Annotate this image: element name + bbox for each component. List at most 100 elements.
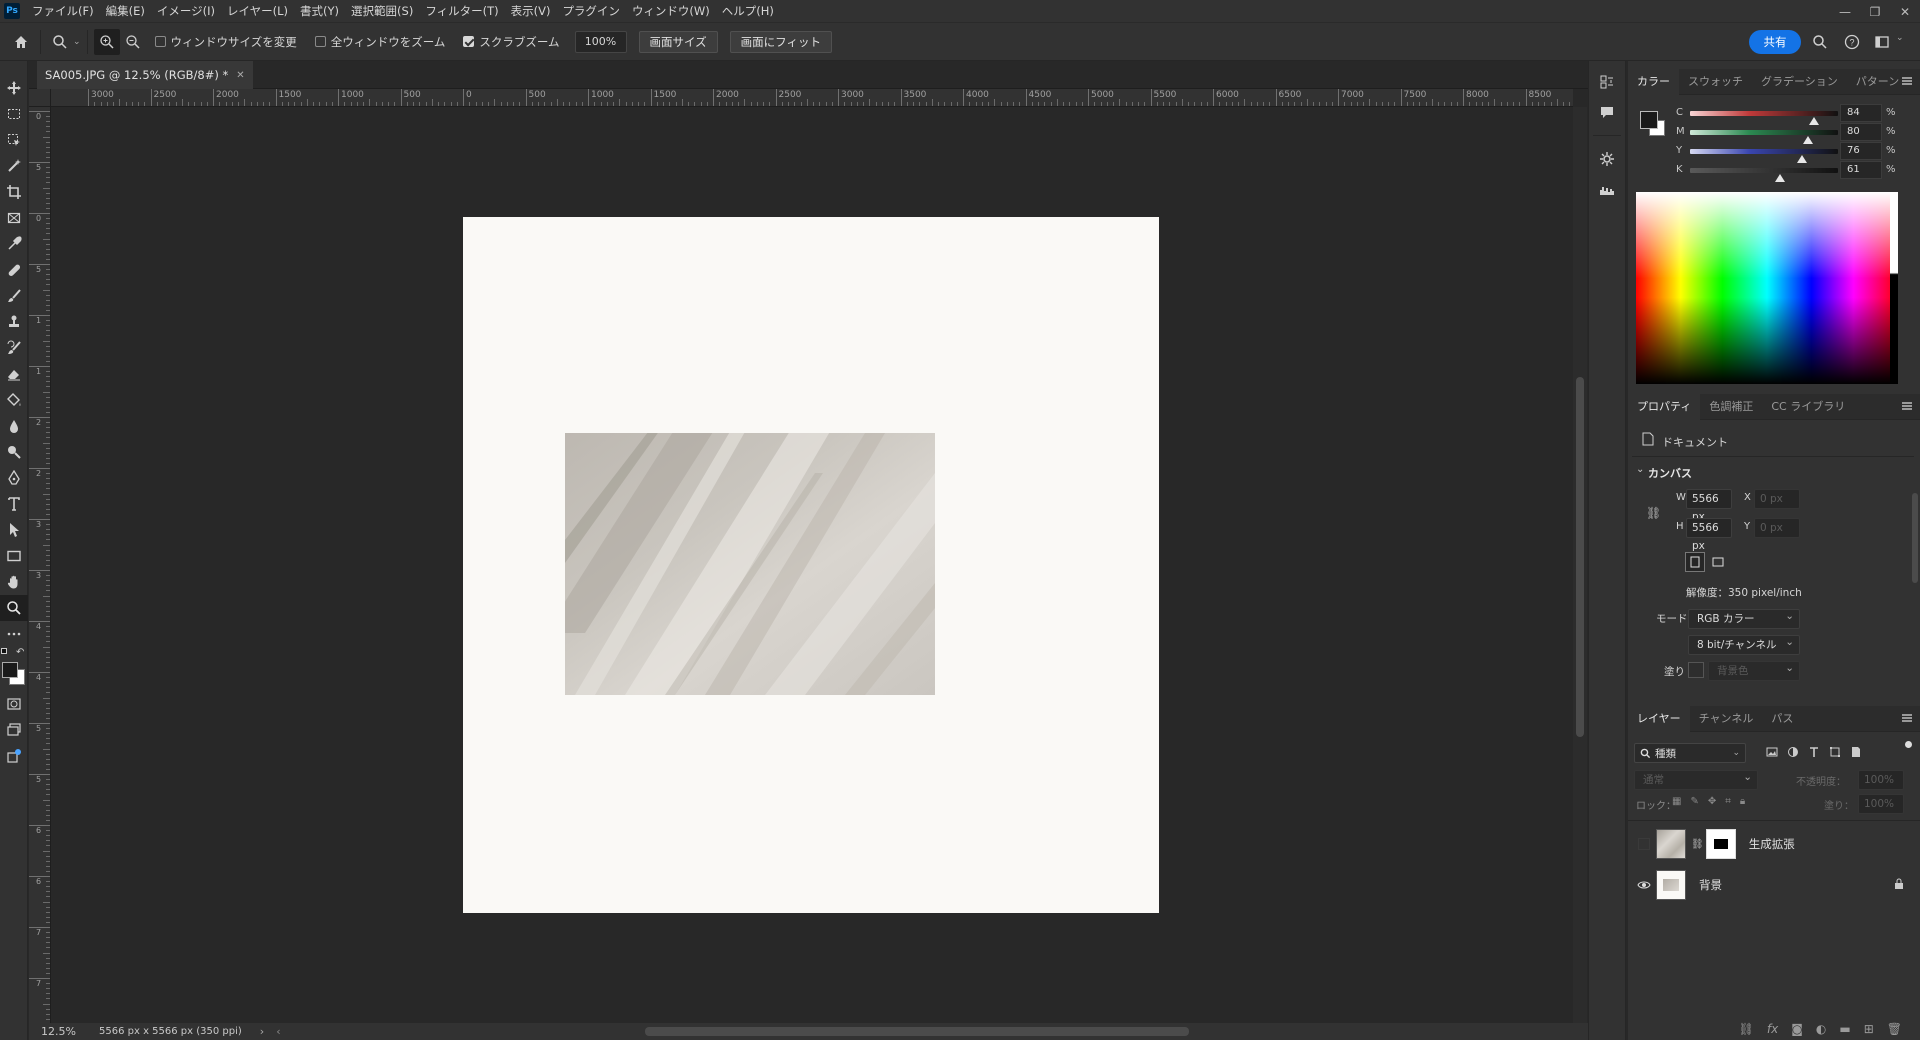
menu-layer[interactable]: レイヤー(L) [221,0,294,23]
opacity-field[interactable]: 100% [1858,770,1904,790]
new-layer-icon[interactable]: ⊞ [1864,1022,1874,1036]
link-layers-icon[interactable]: ⛓ [1739,1022,1754,1036]
tab-paths[interactable]: パス [1762,706,1802,732]
magenta-slider-track[interactable] [1690,130,1838,135]
lock-artboard-icon[interactable]: ⌗ [1725,796,1731,807]
tab-gradients[interactable]: グラデーション [1752,69,1847,95]
tab-color[interactable]: カラー [1628,68,1679,95]
vertical-scrollbar[interactable] [1573,107,1587,1023]
panel-menu-icon[interactable] [1902,402,1912,410]
smart-object-filter-icon[interactable] [1850,746,1862,761]
document-tab[interactable]: SA005.JPG @ 12.5% (RGB/8#) * ✕ [37,61,253,89]
rectangle-tool-icon[interactable] [0,543,28,569]
filter-toggle[interactable] [1905,741,1912,748]
pen-tool-icon[interactable] [0,465,28,491]
move-tool-icon[interactable] [0,75,28,101]
checkbox-box[interactable] [314,36,326,47]
restore-icon[interactable]: ❐ [1860,0,1890,23]
menu-view[interactable]: 表示(V) [505,0,557,23]
help-icon[interactable]: ? [1842,32,1862,52]
menu-plugins[interactable]: プラグイン [556,0,626,23]
magenta-value-field[interactable]: 80 [1840,123,1882,141]
document-canvas[interactable] [463,217,1159,913]
frame-tool-icon[interactable] [0,205,28,231]
menu-window[interactable]: ウィンドウ(W) [626,0,716,23]
layer-filter-select[interactable]: 種類 ⌄ [1634,743,1746,763]
menu-image[interactable]: イメージ(I) [151,0,221,23]
color-spectrum[interactable] [1636,192,1898,384]
portrait-orientation-icon[interactable] [1685,552,1705,572]
chevron-down-icon[interactable]: ⌄ [1896,33,1904,43]
workspace-icon[interactable] [1872,32,1892,52]
healing-brush-tool-icon[interactable] [0,257,28,283]
tab-swatches[interactable]: スウォッチ [1679,69,1752,95]
bit-depth-select[interactable]: 8 bit/チャンネル [1688,633,1800,655]
checkbox-box[interactable] [463,36,475,47]
chevron-down-icon[interactable]: ⌄ [1636,464,1644,475]
visibility-toggle-empty[interactable] [1632,825,1656,863]
scrubby-zoom-checkbox[interactable]: スクラブズーム [463,34,560,50]
cyan-slider-track[interactable] [1690,111,1838,116]
blend-mode-select[interactable]: 通常 [1634,768,1758,790]
path-selection-tool-icon[interactable] [0,517,28,543]
properties-scrollbar[interactable] [1912,473,1918,673]
landscape-orientation-icon[interactable] [1708,552,1728,572]
zoom-all-checkbox[interactable]: 全ウィンドウをズーム [314,34,445,50]
dodge-tool-icon[interactable] [0,439,28,465]
link-icon[interactable]: ⛓ [1646,506,1661,520]
foreground-color-swatch[interactable] [2,662,18,678]
close-icon[interactable]: ✕ [1890,0,1920,23]
canvas-area[interactable] [51,107,1573,1023]
home-icon[interactable] [8,29,34,55]
canvas-section-header[interactable]: カンバス [1648,465,1692,481]
menu-help[interactable]: ヘルプ(H) [716,0,780,23]
group-icon[interactable]: ▬ [1839,1022,1850,1036]
more-tools-icon[interactable] [0,621,28,647]
lock-pixels-icon[interactable]: ✎ [1690,796,1698,807]
tab-patterns[interactable]: パターン [1847,69,1908,95]
history-brush-tool-icon[interactable] [0,335,28,361]
zoom-value-field[interactable]: 100% [574,30,627,53]
menu-type[interactable]: 書式(Y) [294,0,345,23]
panel-menu-icon[interactable] [1902,714,1912,722]
share-button[interactable]: 共有 [1749,30,1801,54]
brush-tool-icon[interactable] [0,283,28,309]
hand-tool-icon[interactable] [0,569,28,595]
width-field[interactable]: 5566 px [1686,489,1732,523]
generative-icon[interactable] [0,743,28,769]
adjustment-layer-icon[interactable]: ◐ [1816,1022,1826,1036]
add-mask-icon[interactable]: ◙ [1791,1022,1803,1036]
search-icon[interactable] [1810,32,1830,52]
checkbox-box[interactable] [154,36,166,47]
fill-color-swatch[interactable] [1688,662,1704,678]
adjustment-filter-icon[interactable] [1787,746,1799,761]
crop-tool-icon[interactable] [0,179,28,205]
yellow-value-field[interactable]: 76 [1840,142,1882,160]
vertical-ruler[interactable]: 050511223344556677 [29,107,51,1023]
layer-row-background[interactable]: 背景 [1632,866,1914,904]
tab-adjustments[interactable]: 色調補正 [1700,394,1762,420]
fill-select[interactable]: 背景色 [1708,659,1800,681]
spectrum-bar[interactable] [1890,192,1898,384]
tab-layers[interactable]: レイヤー [1628,705,1690,732]
lock-transparent-icon[interactable]: ▦ [1672,796,1681,807]
layer-name[interactable]: 生成拡張 [1749,836,1795,852]
marquee-tool-icon[interactable] [0,101,28,127]
horizontal-ruler[interactable]: 3000 2500 2000 1500 1000 500 0 500 1000 1500 2000 2… [51,89,1573,107]
eyedropper-tool-icon[interactable] [0,231,28,257]
lock-position-icon[interactable]: ✥ [1708,796,1716,807]
height-field[interactable]: 5566 px [1686,518,1732,552]
zoom-tool-icon[interactable] [47,29,73,55]
shape-filter-icon[interactable] [1829,746,1841,761]
quick-mask-icon[interactable] [0,691,28,717]
clone-stamp-tool-icon[interactable] [0,309,28,335]
ruler-corner[interactable] [29,89,51,107]
eraser-tool-icon[interactable] [0,361,28,387]
swap-colors-icon[interactable]: ↶ [16,647,24,658]
type-tool-icon[interactable] [0,491,28,517]
zoom-out-icon[interactable] [120,29,146,55]
magic-wand-tool-icon[interactable] [0,153,28,179]
tab-channels[interactable]: チャンネル [1690,706,1763,732]
pixel-filter-icon[interactable] [1766,746,1778,761]
screen-mode-icon[interactable] [0,717,28,743]
